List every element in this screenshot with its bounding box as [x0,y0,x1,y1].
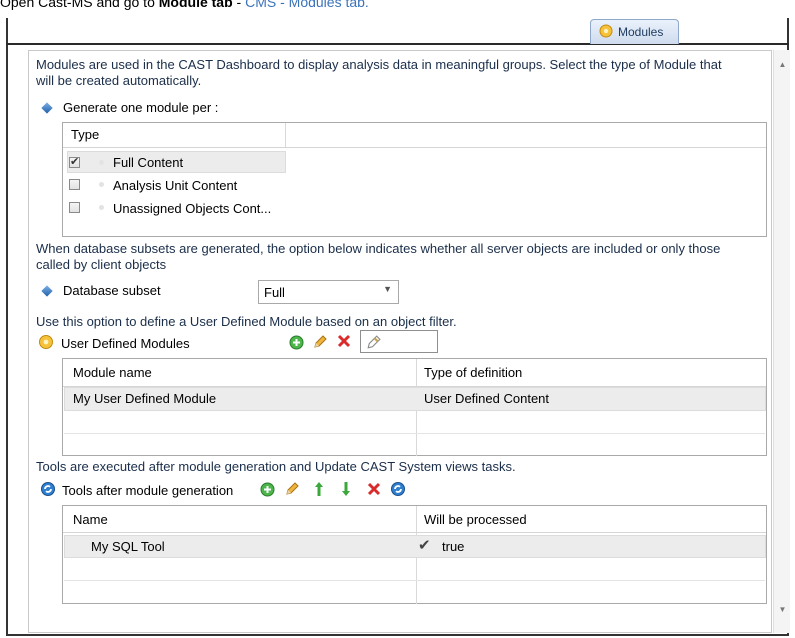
arrow-down-icon[interactable] [340,480,352,498]
edit-pencil-icon[interactable] [283,480,301,498]
full-content-checkbox[interactable] [69,155,80,168]
db-subset-value: Full [264,285,285,300]
type-label-analysis-unit: Analysis Unit Content [113,178,238,193]
edit-pencil-icon[interactable] [311,333,329,351]
udm-label: User Defined Modules [61,336,190,351]
column-header-type: Type [71,127,100,142]
tree-dot-icon [99,205,104,210]
tools-label: Tools after module generation [62,483,234,498]
run-tools-icon[interactable] [389,480,407,498]
tools-table-header: Name Will be processed [63,506,766,533]
vertical-scrollbar[interactable]: ▲ ▼ [773,50,790,633]
tree-dot-icon [99,182,104,187]
column-header-name: Name [73,512,108,527]
analysis-unit-checkbox[interactable] [69,179,80,190]
db-subset-label-group: Database subset [41,283,161,298]
column-header-module-name: Module name [73,365,152,380]
tool-row-processed: true [442,539,465,554]
tools-refresh-icon [40,481,56,500]
scroll-down-icon[interactable]: ▼ [774,603,791,617]
tab-modules-label: Modules [618,25,664,39]
udm-description: Use this option to define a User Defined… [36,314,457,329]
intro-line-1: Modules are used in the CAST Dashboard t… [36,57,722,72]
db-subset-description: When database subsets are generated, the… [36,241,766,273]
udm-table-header: Module name Type of definition [63,359,766,387]
add-icon[interactable] [288,334,304,350]
filter-pencil-icon[interactable] [364,333,382,351]
udm-label-group: User Defined Modules [38,334,190,353]
generate-label: Generate one module per : [63,100,219,115]
table-row[interactable] [64,535,766,558]
diamond-icon [41,284,53,297]
row-divider [64,580,765,581]
udm-row-name: My User Defined Module [73,391,217,406]
db-subset-desc-line-2: called by client objects [36,257,167,272]
generate-section-label: Generate one module per : [41,100,219,115]
tab-modules[interactable]: Modules [590,19,679,44]
delete-icon[interactable] [336,333,352,349]
udm-filter-box[interactable] [360,330,438,353]
intro-text: Modules are used in the CAST Dashboard t… [36,57,766,89]
checkmark-icon[interactable]: ✔ [418,536,431,554]
db-subset-select[interactable]: Full ▼ [258,280,399,304]
caption-separator: - [232,0,246,10]
chevron-down-icon[interactable]: ▼ [383,284,392,294]
udm-icon [38,334,54,353]
udm-row-type: User Defined Content [424,391,550,406]
tools-label-group: Tools after module generation [40,481,233,500]
caption-bold: Module tab [158,0,233,10]
delete-icon[interactable] [366,481,382,497]
caption-link[interactable]: CMS - Modules tab. [245,0,369,10]
diamond-icon [41,101,53,114]
add-icon[interactable] [259,481,275,497]
page-caption: Open Cast-MS and go to Module tab - CMS … [0,0,369,10]
tree-dot-icon [99,160,104,165]
column-header-will-be-processed: Will be processed [424,512,527,527]
column-divider [285,123,286,147]
module-type-table: Type Full Content Analysis Unit Content … [62,122,767,237]
tool-row-name: My SQL Tool [91,539,165,554]
caption-prefix: Open Cast-MS and go to [0,0,155,10]
udm-table: Module name Type of definition My User D… [62,358,767,456]
row-divider [64,433,765,434]
module-type-table-header: Type [63,123,766,148]
tools-table: Name Will be processed My SQL Tool ✔ tru… [62,505,767,604]
unassigned-checkbox[interactable] [69,202,80,213]
column-header-type-of-definition: Type of definition [424,365,523,380]
type-label-full-content: Full Content [113,155,184,170]
intro-line-2: will be created automatically. [36,73,202,88]
db-subset-desc-line-1: When database subsets are generated, the… [36,241,721,256]
arrow-up-icon[interactable] [313,480,325,498]
modules-icon [599,24,613,41]
tools-description: Tools are executed after module generati… [36,459,516,474]
scroll-up-icon[interactable]: ▲ [774,58,791,72]
db-subset-label: Database subset [63,283,161,298]
type-label-unassigned: Unassigned Objects Cont... [113,201,272,216]
